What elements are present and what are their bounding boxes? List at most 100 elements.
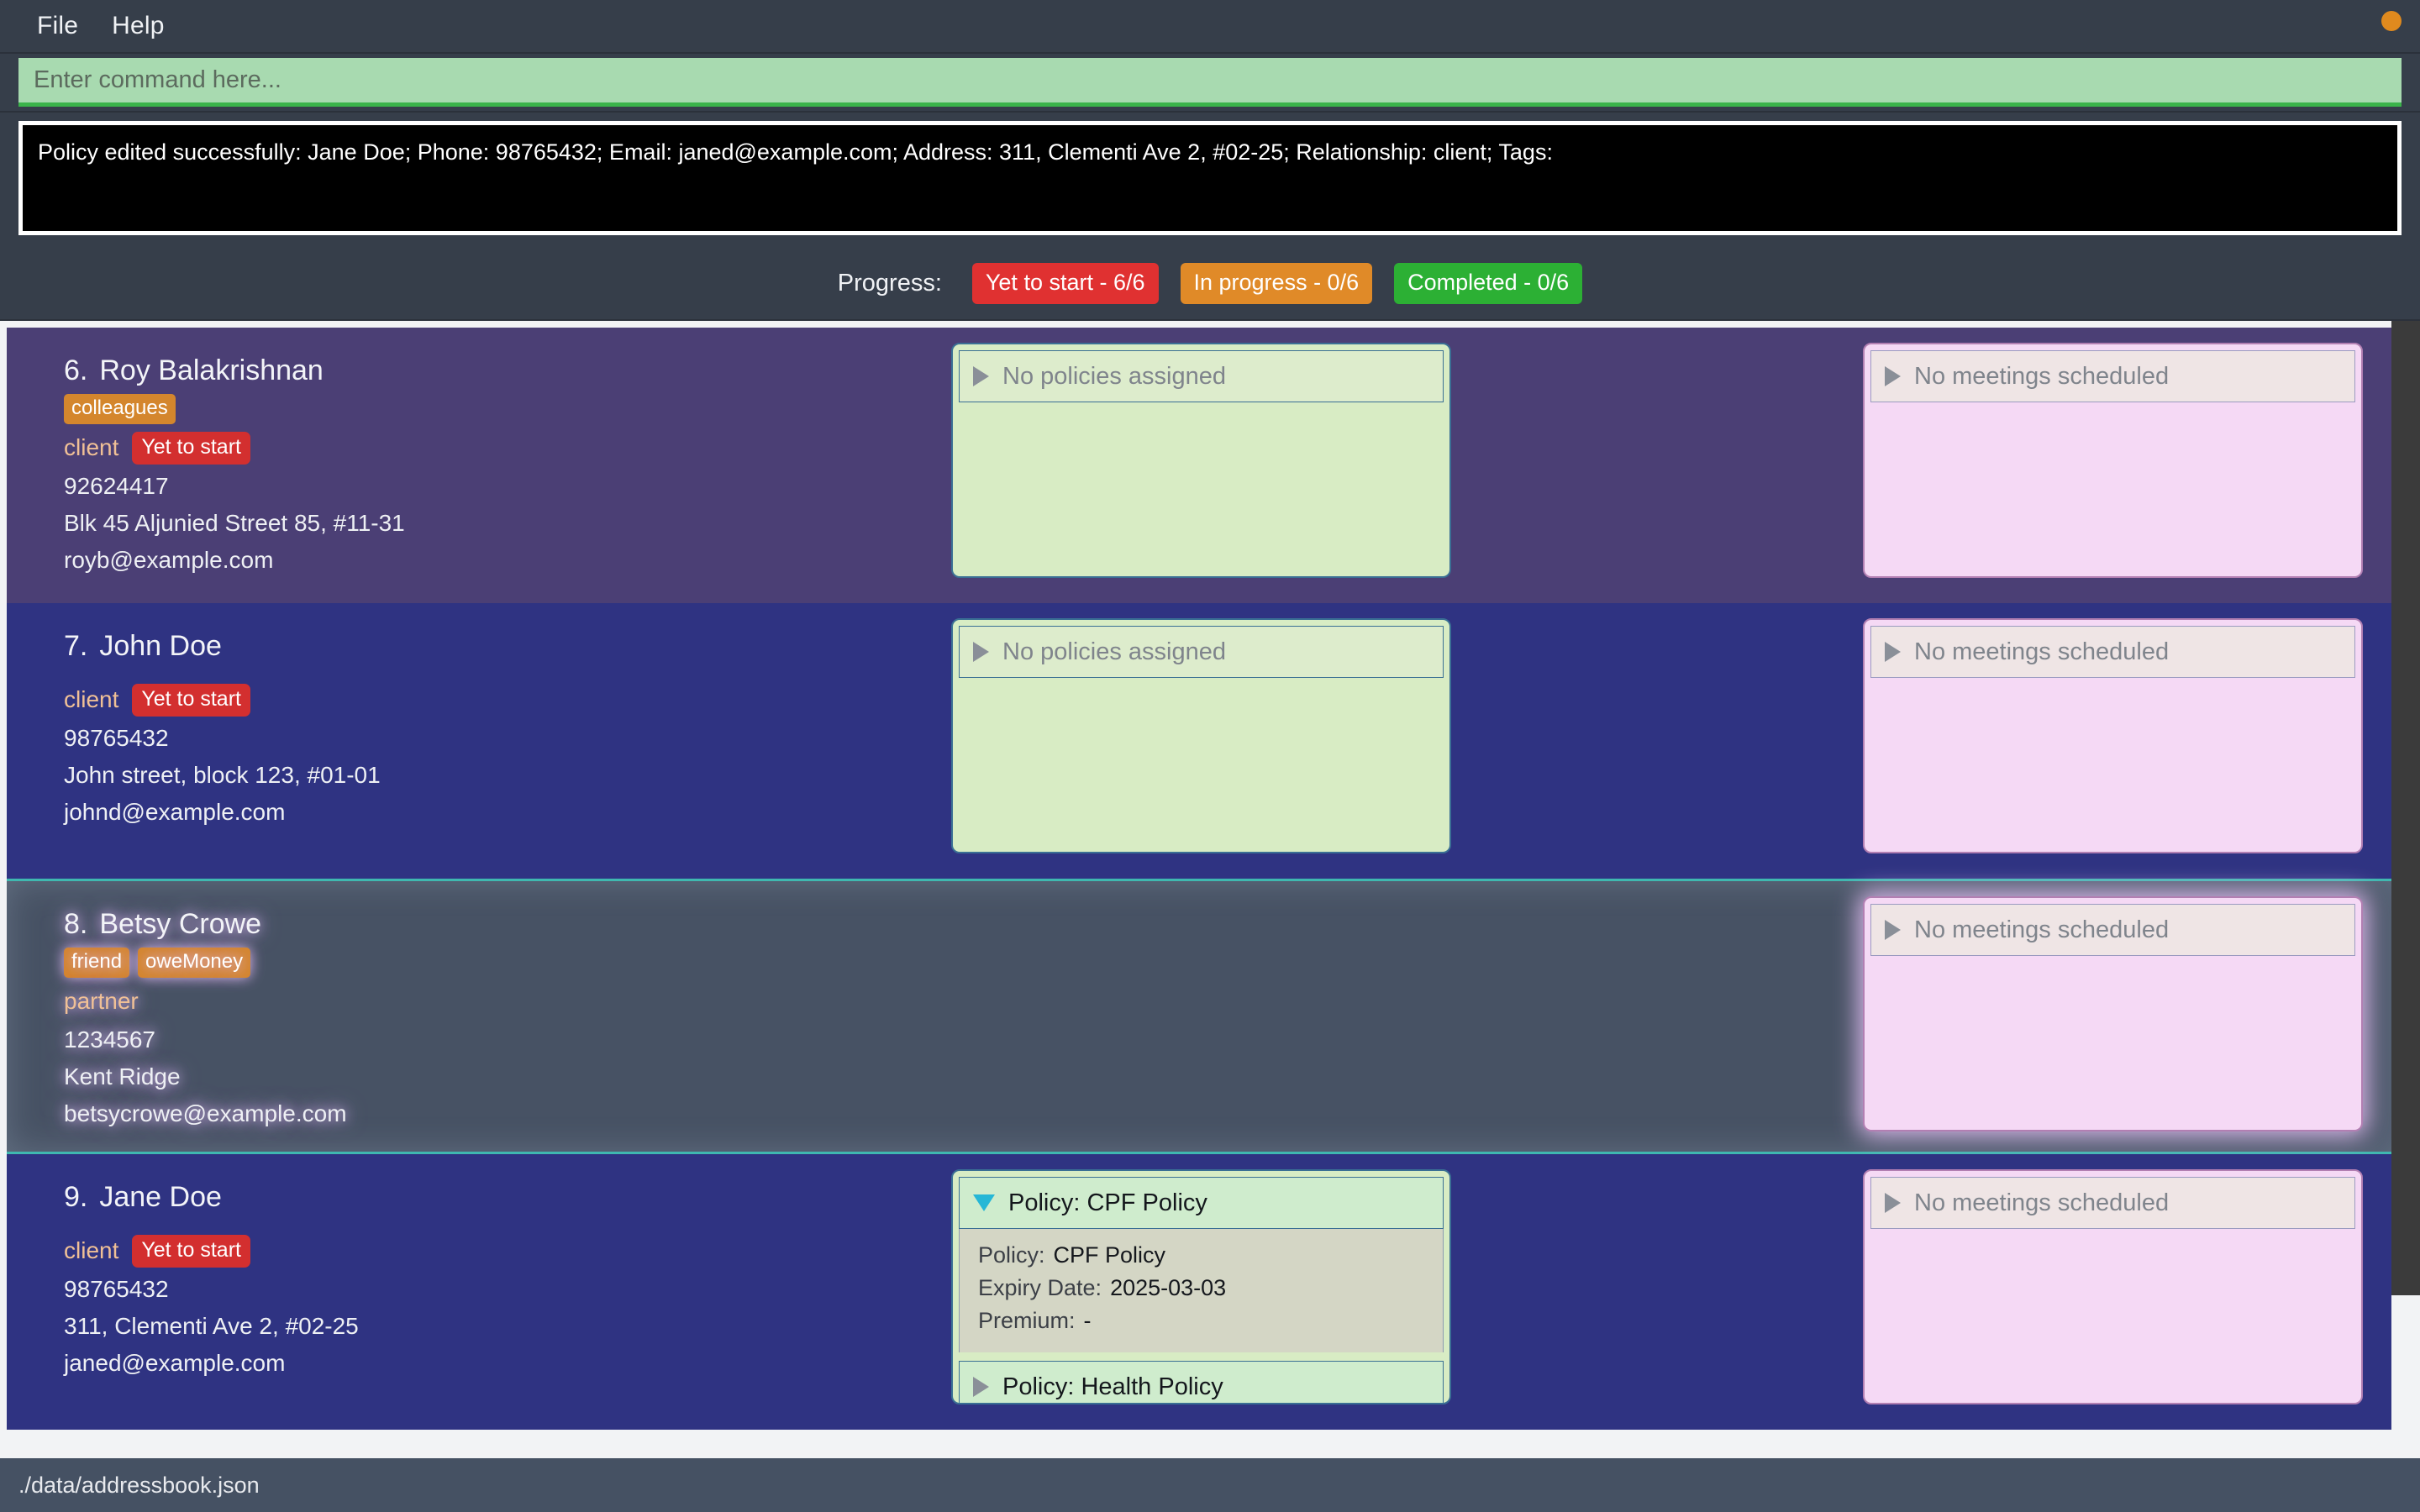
- person-phone: 1234567: [64, 1026, 923, 1053]
- person-email: royb@example.com: [64, 547, 923, 574]
- meeting-panel-header[interactable]: No meetings scheduled: [1870, 1177, 2355, 1229]
- person-index: 9.: [64, 1181, 87, 1213]
- person-list: 6.Roy Balakrishnan colleagues client Yet to…: [7, 328, 2391, 1458]
- chevron-right-icon[interactable]: [1885, 920, 1901, 940]
- progress-pill-yet-to-start[interactable]: Yet to start - 6/6: [972, 263, 1159, 304]
- person-address: Blk 45 Aljunied Street 85, #11-31: [64, 510, 923, 537]
- person-status-badge: Yet to start: [132, 432, 250, 465]
- policy-field-label: Premium:: [978, 1308, 1076, 1333]
- person-relationship-row: partner: [64, 984, 923, 1018]
- person-index: 8.: [64, 908, 87, 940]
- person-relationship-row: client Yet to start: [64, 683, 923, 717]
- policy-panel-header[interactable]: Policy: CPF Policy: [959, 1177, 1444, 1229]
- person-status-badge: Yet to start: [132, 1235, 250, 1268]
- person-tag-list: [64, 1221, 923, 1227]
- policy-panel: No policies assigned: [951, 343, 1451, 578]
- person-title: 9. Jane Doe: [64, 1181, 923, 1214]
- person-name: Betsy Crowe: [99, 908, 261, 940]
- person-tag: oweMoney: [138, 948, 250, 978]
- list-scrollbar-thumb[interactable]: [2391, 321, 2420, 1295]
- meeting-panel-header-label: No meetings scheduled: [1914, 1189, 2169, 1217]
- person-info: 7.John Doe client Yet to start 98765432 John…: [7, 618, 923, 836]
- policy-panel-header[interactable]: No policies assigned: [959, 350, 1444, 402]
- person-list-area: 6.Roy Balakrishnan colleagues client Yet to…: [0, 321, 2420, 1458]
- result-display-box: Policy edited successfully: Jane Doe; Ph…: [18, 121, 2402, 235]
- person-phone: 98765432: [64, 1276, 923, 1303]
- person-relationship-row: client Yet to start: [64, 1234, 923, 1268]
- policy-field: Expiry Date:2025-03-03: [978, 1275, 1424, 1301]
- person-title: 6.Roy Balakrishnan: [64, 354, 923, 387]
- person-phone: 92624417: [64, 473, 923, 500]
- chevron-right-icon[interactable]: [1885, 1193, 1901, 1213]
- person-title: 7.John Doe: [64, 630, 923, 663]
- progress-pill-completed[interactable]: Completed - 0/6: [1394, 263, 1582, 304]
- chevron-right-icon[interactable]: [973, 642, 989, 662]
- menu-item-file[interactable]: File: [20, 8, 95, 44]
- policy-panel: Policy: CPF PolicyPolicy:CPF PolicyExpir…: [951, 1169, 1451, 1404]
- status-bar: ./data/addressbook.json: [0, 1458, 2420, 1512]
- meeting-panel: No meetings scheduled: [1863, 1169, 2363, 1404]
- result-display-container: Policy edited successfully: Jane Doe; Ph…: [0, 113, 2420, 247]
- chevron-right-icon[interactable]: [973, 1377, 989, 1397]
- person-address: Kent Ridge: [64, 1063, 923, 1090]
- person-name: Jane Doe: [99, 1181, 222, 1213]
- person-info: 6.Roy Balakrishnan colleagues clientYet to…: [7, 343, 923, 584]
- meeting-panel-header-label: No meetings scheduled: [1914, 363, 2169, 391]
- command-box-container: [0, 52, 2420, 113]
- person-address: 311, Clementi Ave 2, #02-25: [64, 1313, 923, 1340]
- policy-panel: No policies assigned: [951, 618, 1451, 853]
- window-indicator-dot[interactable]: [2381, 11, 2402, 31]
- meeting-panel-header-label: No meetings scheduled: [1914, 638, 2169, 666]
- person-title: 8. Betsy Crowe: [64, 908, 923, 941]
- policy-panel-header-secondary[interactable]: Policy: Health Policy: [959, 1361, 1444, 1404]
- meeting-panel: No meetings scheduled: [1863, 618, 2363, 853]
- person-row[interactable]: 8. Betsy Crowe friend oweMoney partner 123456…: [7, 879, 2391, 1154]
- person-email: janed@example.com: [64, 1350, 923, 1377]
- person-tag: colleagues: [64, 394, 176, 424]
- policy-panel-header-label: Policy: CPF Policy: [1008, 1189, 1207, 1217]
- meeting-panel: No meetings scheduled: [1863, 896, 2363, 1131]
- policy-field-value: CPF Policy: [1054, 1242, 1166, 1268]
- meeting-panel-header-label: No meetings scheduled: [1914, 916, 2169, 944]
- progress-label: Progress:: [838, 270, 942, 297]
- person-email: johnd@example.com: [64, 799, 923, 826]
- meeting-panel: No meetings scheduled: [1863, 343, 2363, 578]
- person-row[interactable]: 6.Roy Balakrishnan colleagues clientYet to…: [7, 328, 2391, 603]
- person-tag-list: colleagues: [64, 394, 923, 424]
- menu-item-help[interactable]: Help: [95, 8, 182, 44]
- person-phone: 98765432: [64, 725, 923, 752]
- chevron-right-icon[interactable]: [1885, 642, 1901, 662]
- policy-panel-header-label: No policies assigned: [1002, 363, 1226, 391]
- person-relationship: partner: [64, 988, 139, 1015]
- command-input[interactable]: [18, 58, 2402, 107]
- progress-pill-in-progress[interactable]: In progress - 0/6: [1181, 263, 1373, 304]
- person-tag-list: friend oweMoney: [64, 948, 923, 978]
- person-relationship: client: [64, 1237, 118, 1264]
- person-address: John street, block 123, #01-01: [64, 762, 923, 789]
- person-row[interactable]: 7.John Doe client Yet to start 98765432 John…: [7, 603, 2391, 879]
- person-email: betsycrowe@example.com: [64, 1100, 923, 1127]
- person-tag-list: [64, 669, 923, 676]
- policy-panel-header-secondary-label: Policy: Health Policy: [1002, 1373, 1223, 1401]
- result-display-text: Policy edited successfully: Jane Doe; Ph…: [38, 137, 2382, 167]
- chevron-right-icon[interactable]: [973, 366, 989, 386]
- policy-field: Premium:-: [978, 1308, 1424, 1334]
- person-index: 7.: [64, 630, 87, 662]
- status-bar-path: ./data/addressbook.json: [18, 1473, 260, 1499]
- meeting-panel-header[interactable]: No meetings scheduled: [1870, 626, 2355, 678]
- meeting-panel-header[interactable]: No meetings scheduled: [1870, 904, 2355, 956]
- chevron-right-icon[interactable]: [1885, 366, 1901, 386]
- person-status-badge: Yet to start: [132, 684, 250, 717]
- menu-bar: File Help: [0, 0, 2420, 52]
- app-window: File Help Policy edited successfully: Ja…: [0, 0, 2420, 1512]
- list-scrollbar[interactable]: [2391, 321, 2420, 1458]
- person-relationship: client: [64, 686, 118, 713]
- policy-panel-header[interactable]: No policies assigned: [959, 626, 1444, 678]
- person-row[interactable]: 9. Jane Doe client Yet to start 98765432 311,…: [7, 1154, 2391, 1430]
- person-tag: friend: [64, 948, 129, 978]
- chevron-down-icon[interactable]: [973, 1194, 995, 1211]
- policy-field-value: -: [1084, 1308, 1092, 1333]
- meeting-panel-header[interactable]: No meetings scheduled: [1870, 350, 2355, 402]
- policy-panel-header-label: No policies assigned: [1002, 638, 1226, 666]
- person-relationship-row: clientYet to start: [64, 431, 923, 465]
